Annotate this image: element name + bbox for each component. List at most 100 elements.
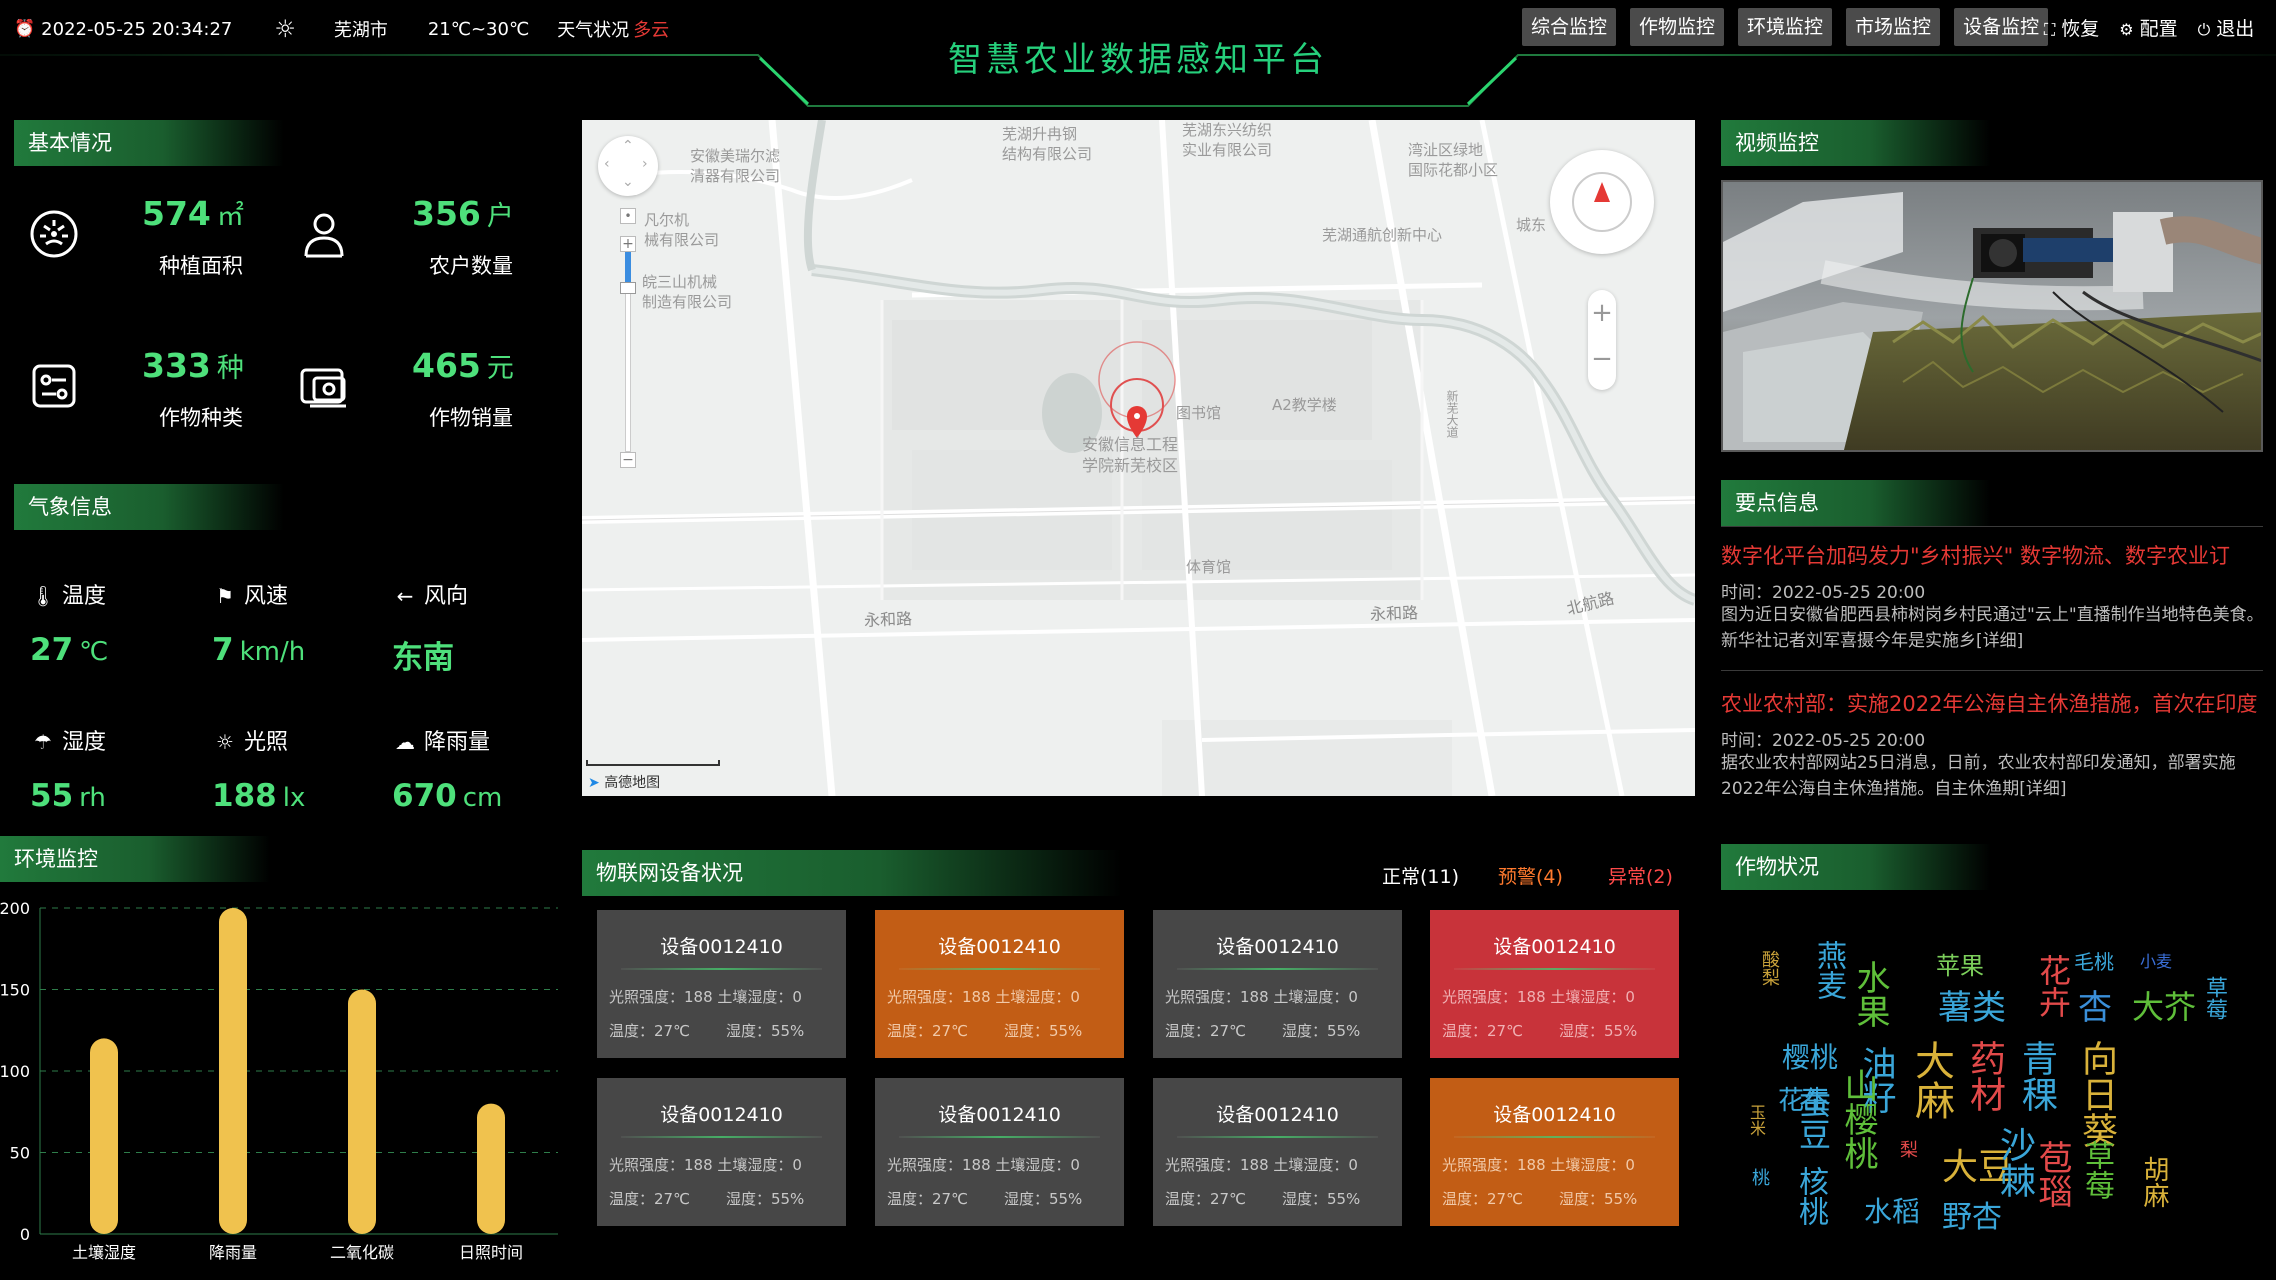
map-label-poi: 芜湖升冉钢 结构有限公司	[1002, 124, 1092, 164]
nav-device[interactable]: 设备监控	[1954, 8, 2049, 46]
device-card[interactable]: 设备0012410 光照强度：188 土壤湿度：0 温度：27℃ 湿度：55%	[875, 910, 1124, 1058]
zoom-in-icon[interactable]: +	[1588, 298, 1616, 328]
rainfall-value: 670	[392, 778, 457, 814]
chevron-up-icon[interactable]: ⌃	[622, 138, 634, 154]
status-error-count[interactable]: 异常(2)	[1608, 862, 1673, 889]
map-label-text: 芜湖东兴纺织	[1182, 121, 1273, 139]
zoom-reset-icon[interactable]: •	[620, 208, 636, 224]
device-light-soil: 光照强度：188 土壤湿度：0	[609, 1156, 802, 1174]
zoom-buttons: + −	[1588, 290, 1616, 390]
config-button[interactable]: ⚙ 配置	[2119, 14, 2177, 41]
zoom-plus-icon[interactable]: +	[620, 236, 636, 252]
compass-needle-icon	[1594, 182, 1610, 202]
windspeed-unit: km/h	[239, 637, 306, 667]
env-heading: 环境监控	[0, 836, 270, 882]
map-label-road: 新芜大道	[1445, 390, 1459, 438]
crop-word: 樱桃	[1782, 1041, 1839, 1074]
map-label-text: 制造有限公司	[642, 293, 733, 311]
device-card[interactable]: 设备0012410 光照强度：188 土壤湿度：0 温度：27℃ 湿度：55%	[1430, 910, 1679, 1058]
nav-environment[interactable]: 环境监控	[1738, 8, 1833, 46]
compass-control[interactable]	[1550, 150, 1654, 254]
map-label-text: 安徽美瑞尔滤	[690, 147, 781, 165]
arrow-left-icon: ←	[396, 584, 414, 608]
compass-ring	[1572, 172, 1632, 232]
crop-word: 水稻	[1864, 1195, 1921, 1228]
zoom-minus-icon[interactable]: −	[620, 452, 636, 468]
zoom-out-icon[interactable]: −	[1588, 344, 1616, 374]
device-divider	[621, 1136, 822, 1138]
map-label-poi: 凡尔机 械有限公司	[644, 210, 719, 250]
device-card[interactable]: 设备0012410 光照强度：188 土壤湿度：0 温度：27℃ 湿度：55%	[1153, 1078, 1402, 1226]
device-card[interactable]: 设备0012410 光照强度：188 土壤湿度：0 温度：27℃ 湿度：55%	[597, 1078, 846, 1226]
video-feed[interactable]	[1721, 180, 2263, 452]
map-label-poi: 皖三山机械 制造有限公司	[642, 272, 732, 312]
status-normal-count[interactable]: 正常(11)	[1382, 862, 1459, 889]
crop-word: 草莓	[2079, 1140, 2114, 1200]
flag-icon: ⚑	[216, 584, 234, 608]
status-warn-count[interactable]: 预警(4)	[1498, 862, 1563, 889]
device-temp-humidity: 温度：27℃ 湿度：55%	[887, 1020, 1082, 1041]
news-time-1: 时间：2022-05-25 20:00	[1721, 583, 1926, 603]
temperature-label: 温度	[62, 584, 107, 609]
rainfall-label: 降雨量	[424, 730, 491, 755]
y-tick-label: 100	[0, 1062, 30, 1081]
logout-button[interactable]: ⏻ 退出	[2198, 14, 2255, 41]
crop-sales-unit: 元	[486, 353, 514, 384]
news-title-1[interactable]: 数字化平台加码发力"乡村振兴" 数字物流、数字农业订	[1721, 540, 2276, 570]
device-card[interactable]: 设备0012410 光照强度：188 土壤湿度：0 温度：27℃ 湿度：55%	[597, 910, 846, 1058]
bar[interactable]	[219, 908, 247, 1234]
device-temp-humidity: 温度：27℃ 湿度：55%	[1165, 1188, 1360, 1209]
light-label: 光照	[244, 730, 289, 755]
bar[interactable]	[348, 989, 376, 1235]
bar[interactable]	[477, 1103, 505, 1234]
map-zoom-slider[interactable]: • + −	[618, 208, 638, 468]
map-label-text: 结构有限公司	[1002, 145, 1093, 163]
crop-word: 草莓	[2202, 976, 2227, 1020]
planting-area-label: 种植面积	[159, 254, 243, 278]
news-body-1[interactable]: 图为近日安徽省肥西县柿树岗乡村民通过"云上"直播制作当地特色美食。新华社记者刘军…	[1721, 602, 2271, 654]
nav-comprehensive[interactable]: 综合监控	[1522, 8, 1617, 46]
umbrella-icon: ☂	[34, 730, 52, 754]
map-pan-control[interactable]: ⌃ ‹ › ⌄	[598, 136, 658, 196]
device-card[interactable]: 设备0012410 光照强度：188 土壤湿度：0 温度：27℃ 湿度：55%	[1430, 1078, 1679, 1226]
device-temp-humidity: 温度：27℃ 湿度：55%	[609, 1020, 804, 1041]
device-light-soil: 光照强度：188 土壤湿度：0	[609, 988, 802, 1006]
device-temp-humidity: 温度：27℃ 湿度：55%	[1442, 1020, 1637, 1041]
news-body-2[interactable]: 据农业农村部网站25日消息，日前，农业农村部印发通知，部署实施2022年公海自主…	[1721, 750, 2271, 802]
chevron-left-icon[interactable]: ‹	[604, 156, 610, 172]
crop-word: 胡麻	[2139, 1156, 2169, 1208]
crop-word: 玉米	[1747, 1104, 1766, 1136]
light-value: 188	[212, 778, 277, 814]
planting-area: 574 ㎡ 种植面积	[26, 194, 286, 294]
farmer-count-value: 356 户	[412, 194, 514, 233]
chevron-right-icon[interactable]: ›	[642, 156, 648, 172]
bar[interactable]	[90, 1038, 118, 1234]
map-view[interactable]: 安徽美瑞尔滤 清器有限公司 芜湖升冉钢 结构有限公司 芜湖东兴纺织 实业有限公司 湾沚…	[582, 120, 1695, 796]
restore-label: 恢复	[2061, 17, 2100, 40]
device-divider	[899, 968, 1100, 970]
device-card[interactable]: 设备0012410 光照强度：188 土壤湿度：0 温度：27℃ 湿度：55%	[875, 1078, 1124, 1226]
device-light-soil: 光照强度：188 土壤湿度：0	[887, 988, 1080, 1006]
map-label-road: 永和路	[1369, 603, 1419, 624]
news-divider	[1721, 670, 2263, 671]
device-card[interactable]: 设备0012410 光照强度：188 土壤湿度：0 温度：27℃ 湿度：55%	[1153, 910, 1402, 1058]
humidity-unit: rh	[79, 783, 106, 813]
top-nav: 综合监控 作物监控 环境监控 市场监控 设备监控	[1522, 8, 2049, 46]
device-temperature: 温度：27℃	[1442, 1022, 1523, 1040]
device-temperature: 温度：27℃	[1442, 1190, 1523, 1208]
chevron-down-icon[interactable]: ⌄	[622, 174, 634, 190]
crop-sales-value: 465 元	[412, 346, 514, 385]
basic-info-heading: 基本情况	[14, 120, 284, 166]
nav-crop[interactable]: 作物监控	[1630, 8, 1725, 46]
map-label-poi: 安徽美瑞尔滤 清器有限公司	[690, 146, 780, 186]
x-tick-label: 日照时间	[459, 1243, 523, 1262]
zoom-thumb[interactable]	[620, 282, 636, 294]
news-title-2[interactable]: 农业农村部：实施2022年公海自主休渔措施，首次在印度	[1721, 688, 2276, 718]
nav-market[interactable]: 市场监控	[1846, 8, 1941, 46]
restore-button[interactable]: ⛶ 恢复	[2044, 14, 2099, 41]
weather-winddir: ← 风向 东南	[392, 578, 562, 677]
device-temperature: 温度：27℃	[887, 1022, 968, 1040]
humidity-label: 湿度	[62, 730, 107, 755]
crop-word: 山樱桃	[1838, 1068, 1878, 1170]
map-label-text: 国际花都小区	[1408, 161, 1499, 179]
